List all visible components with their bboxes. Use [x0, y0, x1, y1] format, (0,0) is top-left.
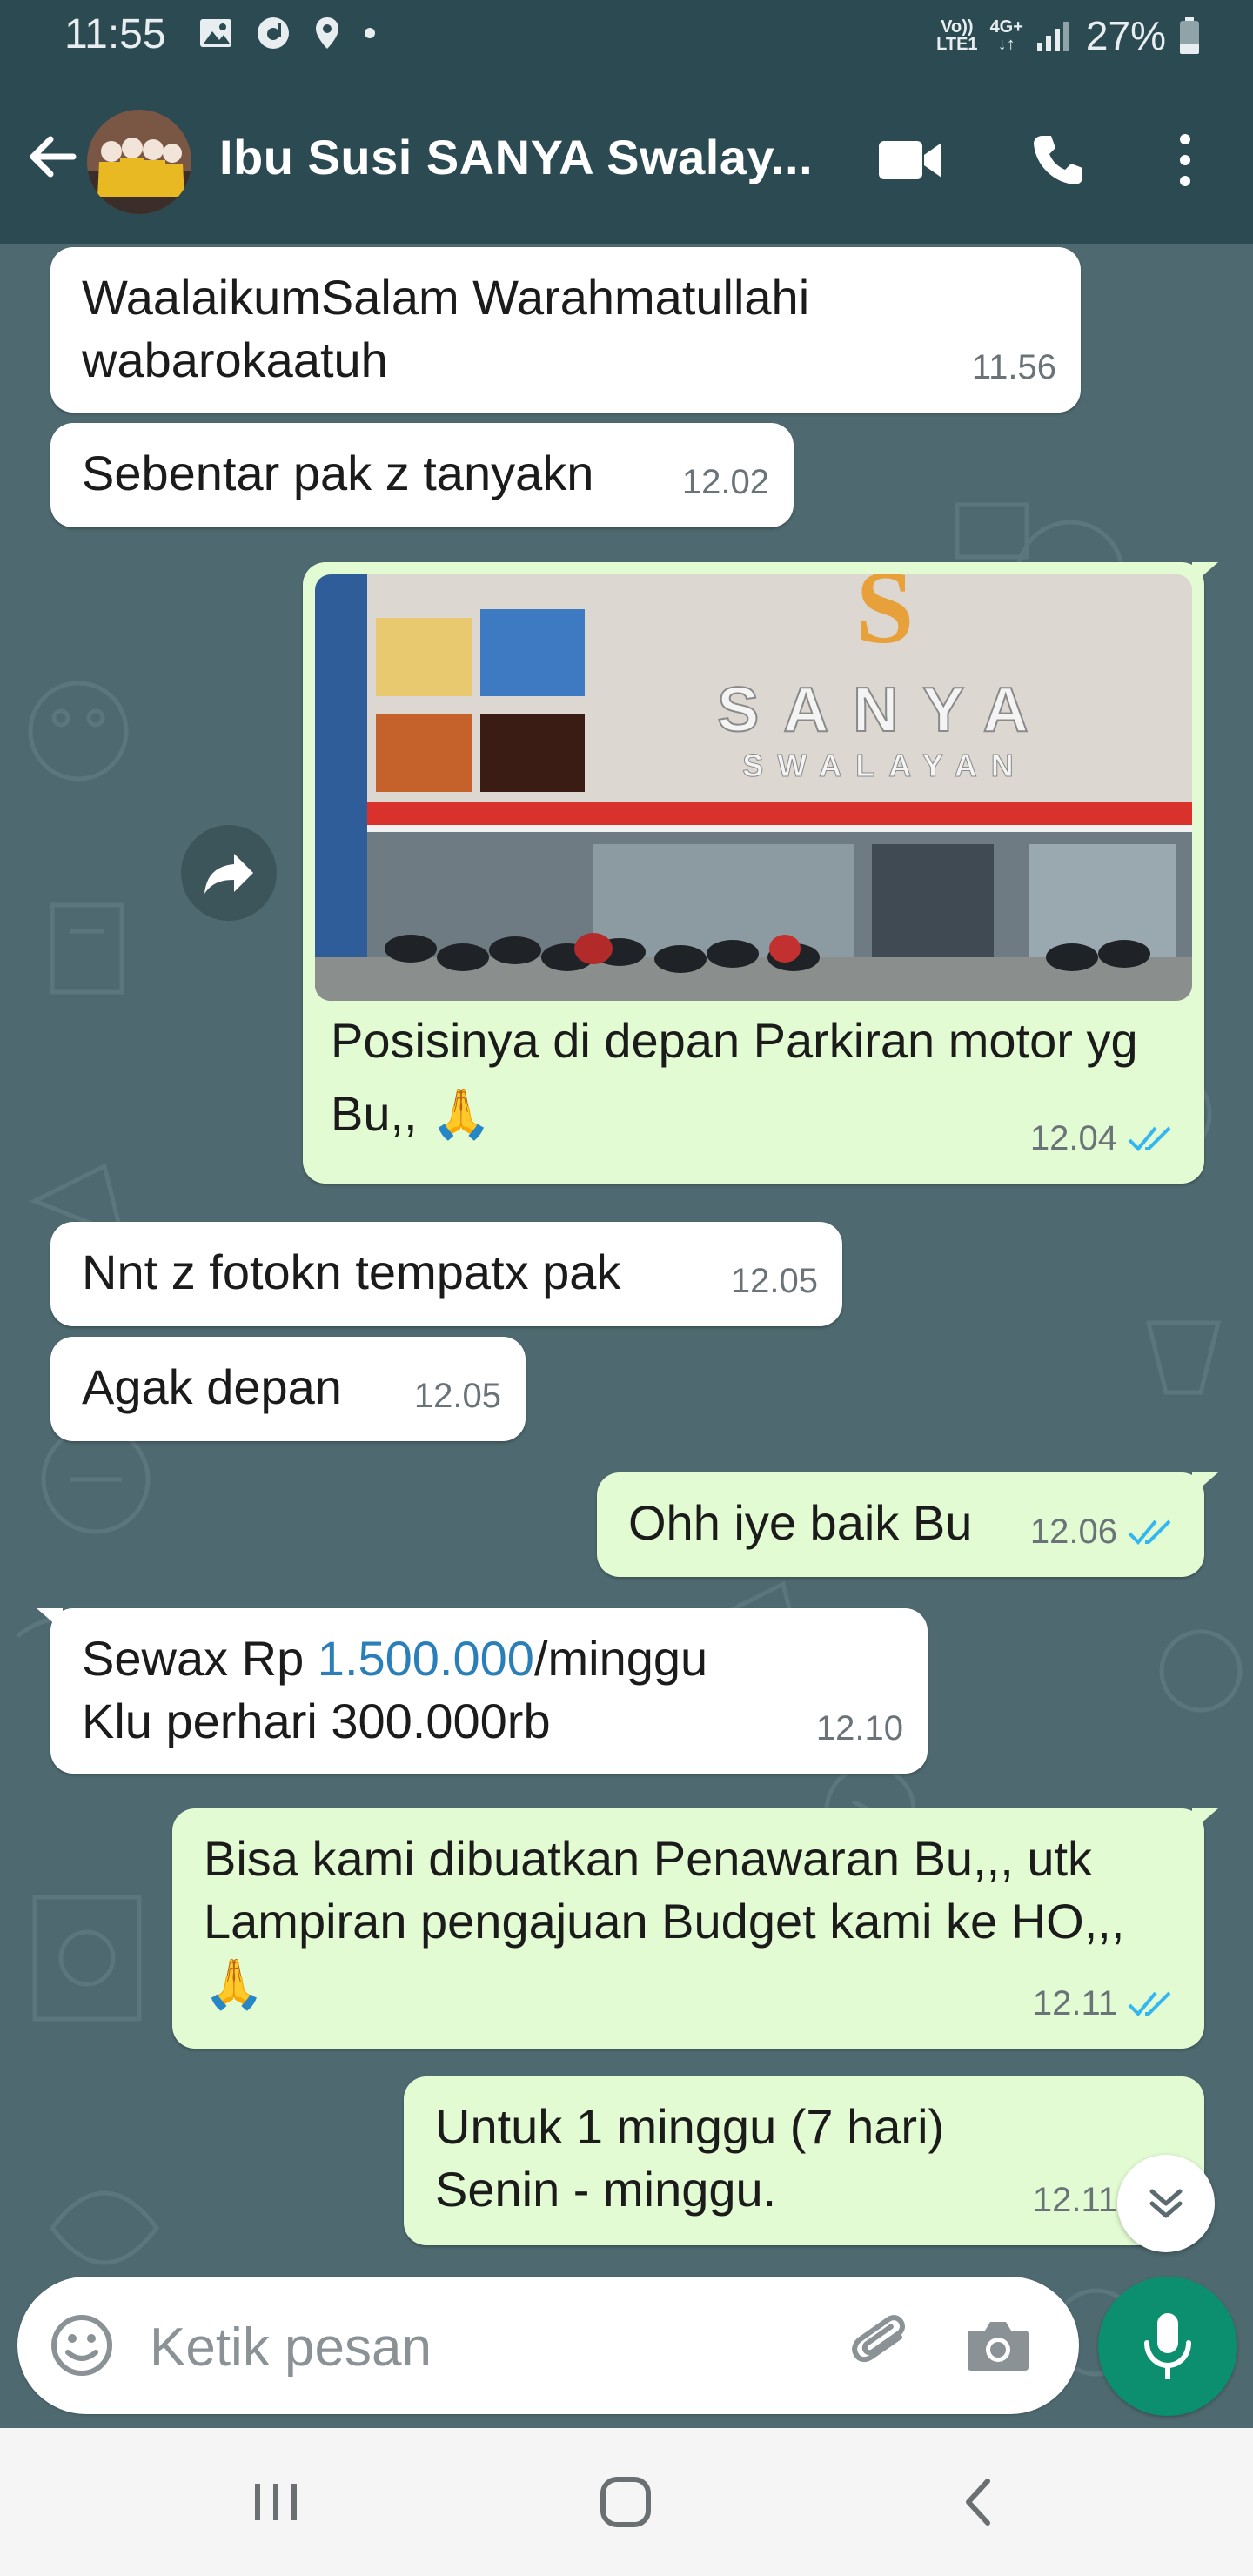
dot-icon [365, 28, 375, 38]
bubble-tail [1192, 562, 1218, 585]
bubble-tail [37, 1608, 63, 1631]
message-incoming[interactable]: Sewax Rp 1.500.000/minggu Klu perhari 30… [37, 1608, 928, 1774]
message-time: 12.05 [730, 1262, 818, 1300]
avatar-photo [87, 110, 191, 214]
system-navigation-bar [0, 2428, 1253, 2576]
message-text: Nnt z fotokn tempatx pak [82, 1244, 621, 1299]
voice-call-button[interactable] [1016, 118, 1100, 202]
message-time: 12.11 [1032, 2181, 1117, 2219]
phone-number-link[interactable]: 1.500.000 [318, 1631, 534, 1686]
contact-avatar[interactable] [87, 110, 191, 214]
message-outgoing-image[interactable]: S SANYA SWALAYAN Posisinya di depan Park… [303, 562, 1218, 1184]
message-time: 12.10 [815, 1709, 903, 1748]
message-outgoing[interactable]: Untuk 1 minggu (7 hari) Senin - minggu. … [404, 2076, 1204, 2245]
more-vert-icon [1180, 134, 1190, 186]
emoji-button[interactable] [47, 2311, 117, 2380]
voice-message-button[interactable] [1098, 2277, 1237, 2416]
mic-icon [1144, 2313, 1191, 2379]
photo-sign-sub: SWALAYAN [742, 748, 1027, 783]
battery-icon [1180, 17, 1199, 54]
message-input[interactable] [148, 2315, 821, 2379]
volte-label: Vo)) [941, 17, 974, 37]
paperclip-icon [852, 2315, 905, 2363]
message-composer [17, 2277, 1079, 2414]
lte-label: LTE1 [936, 35, 978, 54]
message-text: WaalaikumSalam Warahmatullahi wabarokaat… [82, 270, 810, 387]
read-ticks-icon [1128, 1519, 1171, 1545]
message-incoming[interactable]: WaalaikumSalam Warahmatullahi wabarokaat… [50, 247, 1081, 413]
message-time: 12.11 [1032, 1984, 1117, 2023]
message-text: Untuk 1 minggu (7 hari) Senin - minggu. [435, 2099, 945, 2217]
camera-icon [968, 2322, 1029, 2371]
signal-icon [1036, 22, 1069, 51]
emoji-icon [51, 2315, 112, 2376]
forward-icon [204, 854, 253, 894]
back-arrow-icon [30, 136, 77, 178]
scroll-to-bottom-button[interactable] [1117, 2155, 1215, 2252]
home-button[interactable] [578, 2463, 673, 2541]
chat-header: Ibu Susi SANYA Swalay... [0, 73, 1253, 244]
message-text: Bisa kami dibuatkan Penawaran Bu,,, utk … [204, 1831, 1125, 2011]
shared-photo[interactable]: S SANYA SWALAYAN [315, 574, 1192, 1001]
message-text: Sebentar pak z tanyakn [82, 446, 594, 500]
double-chevron-down-icon [1149, 2189, 1183, 2218]
forward-button[interactable] [181, 825, 277, 921]
volte-indicator: Vo)) LTE1 [936, 18, 977, 53]
message-time: 12.05 [413, 1377, 501, 1415]
recents-icon [255, 2484, 297, 2520]
nav-back-icon [966, 2479, 990, 2526]
message-outgoing[interactable]: Ohh iye baik Bu 12.06 [597, 1472, 1218, 1577]
storefront-photo: S SANYA SWALAYAN [315, 574, 1192, 1001]
message-text-part: Sewax Rp [82, 1631, 318, 1686]
message-text-line2: Klu perhari 300.000rb [82, 1694, 551, 1748]
photo-sign-main: SANYA [717, 675, 1052, 745]
message-incoming[interactable]: Nnt z fotokn tempatx pak 12.05 [50, 1222, 842, 1326]
message-time: 12.02 [681, 463, 769, 501]
chat-area[interactable]: WaalaikumSalam Warahmatullahi wabarokaat… [0, 244, 1253, 2428]
image-icon [200, 19, 231, 47]
more-options-button[interactable] [1143, 118, 1227, 202]
recents-button[interactable] [228, 2463, 324, 2541]
system-icons: Vo)) LTE1 4G+ ↓↑ 27% [936, 12, 1201, 59]
photo-logo: S [856, 574, 915, 665]
notification-icons [198, 16, 376, 50]
message-text: Sewax Rp 1.500.000/minggu Klu perhari 30… [82, 1627, 896, 1753]
status-time: 11:55 [64, 11, 166, 57]
message-text-part: /minggu [533, 1631, 708, 1686]
message-time: 11.56 [971, 348, 1056, 386]
attach-button[interactable] [844, 2308, 919, 2383]
message-incoming[interactable]: Sebentar pak z tanyakn 12.02 [50, 423, 794, 527]
read-ticks-icon [1128, 1991, 1171, 2016]
data-arrows-icon: ↓↑ [997, 35, 1015, 54]
video-call-icon [879, 141, 941, 179]
data-type-label: 4G+ [989, 17, 1023, 37]
data-indicator: 4G+ ↓↑ [990, 18, 1023, 53]
location-icon [316, 17, 338, 49]
phone-icon [1034, 136, 1082, 184]
message-outgoing[interactable]: Bisa kami dibuatkan Penawaran Bu,,, utk … [172, 1808, 1218, 2049]
status-bar: 11:55 Vo)) LTE1 4G+ ↓↑ 27% [0, 0, 1253, 73]
video-call-button[interactable] [868, 118, 952, 202]
app-notification-icon [258, 17, 289, 49]
battery-percent: 27% [1085, 13, 1166, 58]
message-incoming[interactable]: Agak depan 12.05 [50, 1337, 526, 1441]
bubble-tail [1192, 1808, 1218, 1831]
read-ticks-icon [1128, 1126, 1171, 1151]
back-button[interactable] [21, 125, 84, 188]
home-icon [600, 2477, 651, 2527]
camera-button[interactable] [961, 2308, 1035, 2383]
nav-back-button[interactable] [929, 2463, 1025, 2541]
message-time: 12.04 [1029, 1119, 1117, 1157]
bubble-tail [1192, 1472, 1218, 1495]
message-time: 12.06 [1029, 1513, 1117, 1551]
chat-title[interactable]: Ibu Susi SANYA Swalay... [219, 129, 837, 185]
